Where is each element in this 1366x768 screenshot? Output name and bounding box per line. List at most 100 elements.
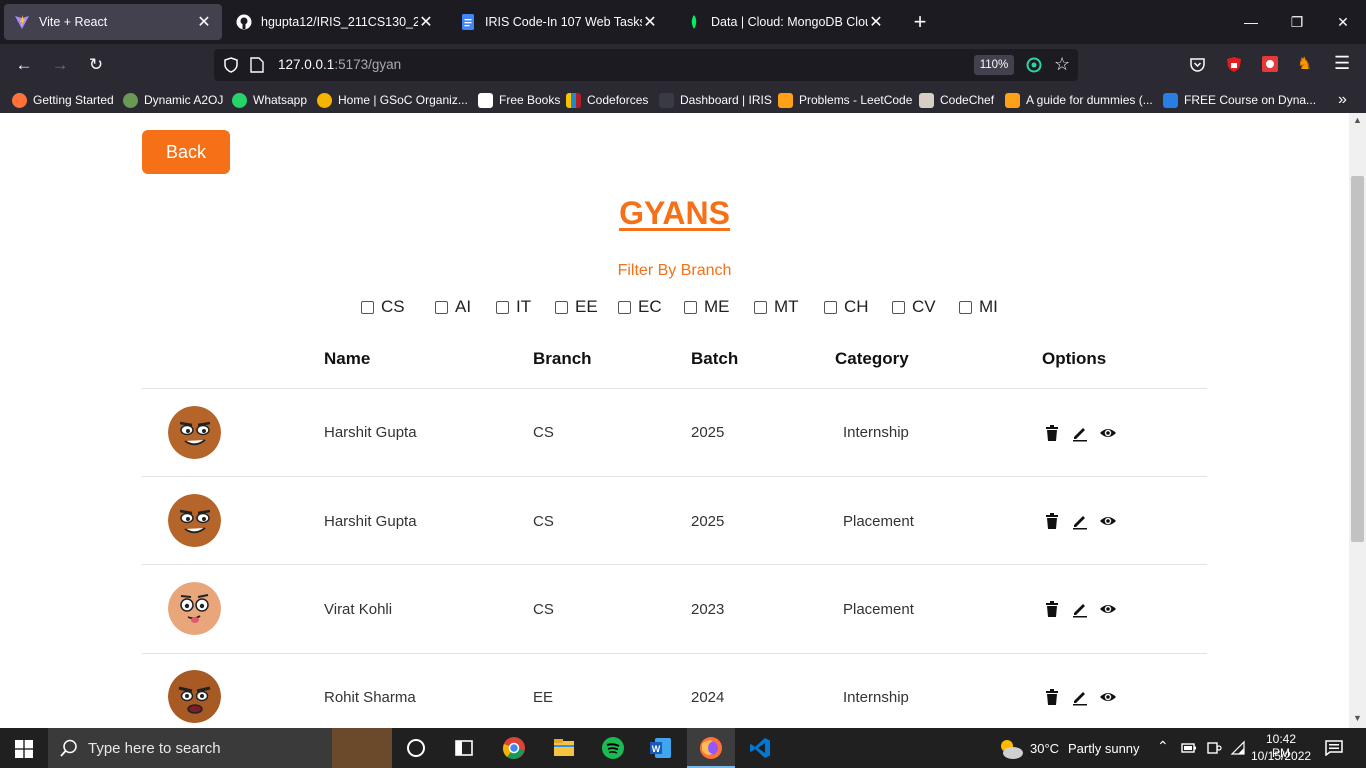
filter-checkbox-ai[interactable]: AI [435, 297, 471, 317]
scroll-down-icon[interactable]: ▼ [1353, 713, 1362, 723]
extension-icon[interactable] [1261, 55, 1279, 73]
windows-start-icon[interactable] [15, 740, 33, 758]
checkbox[interactable] [684, 300, 697, 314]
checkbox-label: MI [979, 297, 998, 316]
bookmark-codeforces[interactable]: Codeforces [566, 90, 648, 110]
bookmark-codechef[interactable]: CodeChef [919, 90, 994, 110]
leetcode-extension-icon[interactable]: ♞ [1297, 54, 1312, 74]
view-eye-icon[interactable] [1099, 600, 1117, 618]
bookmarks-bar: Getting Started Dynamic A2OJ Whatsapp Ho… [0, 86, 1366, 113]
close-tab-icon[interactable]: ✕ [868, 12, 884, 32]
word-icon[interactable]: W [649, 736, 673, 760]
bookmark-star-icon[interactable]: ☆ [1054, 54, 1070, 75]
edit-pencil-icon[interactable] [1071, 424, 1089, 442]
trash-icon[interactable] [1043, 600, 1061, 618]
bookmark-leetcode[interactable]: Problems - LeetCode [778, 90, 912, 110]
edit-pencil-icon[interactable] [1071, 512, 1089, 530]
spotify-icon[interactable] [601, 736, 625, 760]
checkbox[interactable] [496, 300, 509, 314]
checkbox[interactable] [361, 300, 374, 314]
close-window-icon[interactable]: ✕ [1320, 8, 1366, 36]
taskbar-search-box[interactable]: Type here to search [48, 728, 392, 768]
checkbox[interactable] [824, 300, 837, 314]
zoom-level-badge[interactable]: 110% [974, 55, 1014, 75]
notifications-icon[interactable] [1325, 740, 1343, 756]
bookmark-getting-started[interactable]: Getting Started [12, 90, 114, 110]
firefox-icon[interactable] [699, 736, 723, 760]
close-tab-icon[interactable]: ✕ [642, 12, 658, 32]
file-explorer-icon[interactable] [552, 736, 576, 760]
view-eye-icon[interactable] [1099, 424, 1117, 442]
reload-icon[interactable]: ↻ [84, 53, 108, 77]
tab-mongodb[interactable]: Data | Cloud: MongoDB Cloud ✕ [676, 4, 894, 40]
tab-vite-react[interactable]: Vite + React ✕ [4, 4, 222, 40]
gsoc-icon [317, 92, 332, 108]
edit-pencil-icon[interactable] [1071, 688, 1089, 706]
chrome-icon[interactable] [502, 736, 526, 760]
bookmark-a2oj[interactable]: Dynamic A2OJ [123, 90, 223, 110]
widgets-icon[interactable] [452, 736, 476, 760]
tab-github[interactable]: hgupta12/IRIS_211CS130_2_MER ✕ [226, 4, 444, 40]
trash-icon[interactable] [1043, 424, 1061, 442]
filter-checkbox-me[interactable]: ME [684, 297, 730, 317]
bookmark-iris[interactable]: Dashboard | IRIS [659, 90, 772, 110]
cell-branch: CS [533, 601, 554, 618]
pocket-icon[interactable] [1189, 56, 1206, 73]
tab-google-docs[interactable]: IRIS Code-In 107 Web Tasks - Go ✕ [450, 4, 668, 40]
trash-icon[interactable] [1043, 688, 1061, 706]
filter-checkbox-cv[interactable]: CV [892, 297, 936, 317]
filter-checkbox-mi[interactable]: MI [959, 297, 998, 317]
page-icon[interactable] [250, 57, 264, 73]
checkbox-label: CH [844, 297, 869, 316]
close-tab-icon[interactable]: ✕ [196, 12, 212, 32]
view-eye-icon[interactable] [1099, 512, 1117, 530]
filter-checkbox-it[interactable]: IT [496, 297, 531, 317]
filter-checkbox-cs[interactable]: CS [361, 297, 405, 317]
chevron-up-icon[interactable]: ⌃ [1157, 738, 1169, 755]
bookmark-guide[interactable]: A guide for dummies (... [1005, 90, 1153, 110]
address-bar[interactable]: 127.0.0.1:5173/gyan 110% ☆ [214, 49, 1078, 81]
view-eye-icon[interactable] [1099, 688, 1117, 706]
url-text[interactable]: 127.0.0.1:5173/gyan [278, 57, 401, 72]
filter-checkbox-ee[interactable]: EE [555, 297, 598, 317]
checkbox[interactable] [892, 300, 905, 314]
filter-checkbox-ch[interactable]: CH [824, 297, 869, 317]
minimize-icon[interactable]: — [1228, 8, 1274, 36]
filter-checkbox-ec[interactable]: EC [618, 297, 662, 317]
close-tab-icon[interactable]: ✕ [418, 12, 434, 32]
ublock-icon[interactable] [1226, 56, 1242, 73]
task-view-icon[interactable] [404, 736, 428, 760]
extension-ring-icon[interactable] [1026, 57, 1042, 73]
filter-checkbox-mt[interactable]: MT [754, 297, 799, 317]
device-icon[interactable] [1206, 740, 1222, 756]
weather-partly-sunny-icon[interactable] [998, 737, 1024, 761]
battery-icon[interactable] [1181, 741, 1197, 755]
trash-icon[interactable] [1043, 512, 1061, 530]
bookmark-course[interactable]: FREE Course on Dyna... [1163, 90, 1316, 110]
menu-icon[interactable]: ☰ [1334, 53, 1350, 74]
scrollbar-thumb[interactable] [1351, 176, 1364, 542]
new-tab-icon[interactable]: + [897, 8, 943, 36]
checkbox[interactable] [618, 300, 631, 314]
vscode-icon[interactable] [748, 736, 772, 760]
weather-description[interactable]: Partly sunny [1068, 741, 1140, 756]
bookmark-gsoc[interactable]: Home | GSoC Organiz... [317, 90, 468, 110]
more-bookmarks-icon[interactable]: » [1338, 90, 1347, 110]
checkbox[interactable] [435, 300, 448, 314]
forward-arrow-icon[interactable]: → [48, 53, 72, 77]
bookmark-free-books[interactable]: Free Books [478, 90, 560, 110]
wifi-icon[interactable] [1230, 740, 1246, 756]
shield-icon[interactable] [223, 57, 239, 73]
edit-pencil-icon[interactable] [1071, 600, 1089, 618]
back-arrow-icon[interactable]: ← [12, 53, 36, 77]
restore-icon[interactable]: ❐ [1274, 8, 1320, 36]
checkbox[interactable] [754, 300, 767, 314]
checkbox[interactable] [555, 300, 568, 314]
back-button[interactable]: Back [142, 130, 230, 174]
weather-temperature[interactable]: 30°C [1030, 741, 1059, 756]
scroll-up-icon[interactable]: ▲ [1353, 115, 1362, 125]
clock-date[interactable]: 10/15/2022 [1251, 749, 1311, 763]
tab-title: Vite + React [39, 15, 108, 29]
checkbox[interactable] [959, 300, 972, 314]
bookmark-whatsapp[interactable]: Whatsapp [232, 90, 307, 110]
